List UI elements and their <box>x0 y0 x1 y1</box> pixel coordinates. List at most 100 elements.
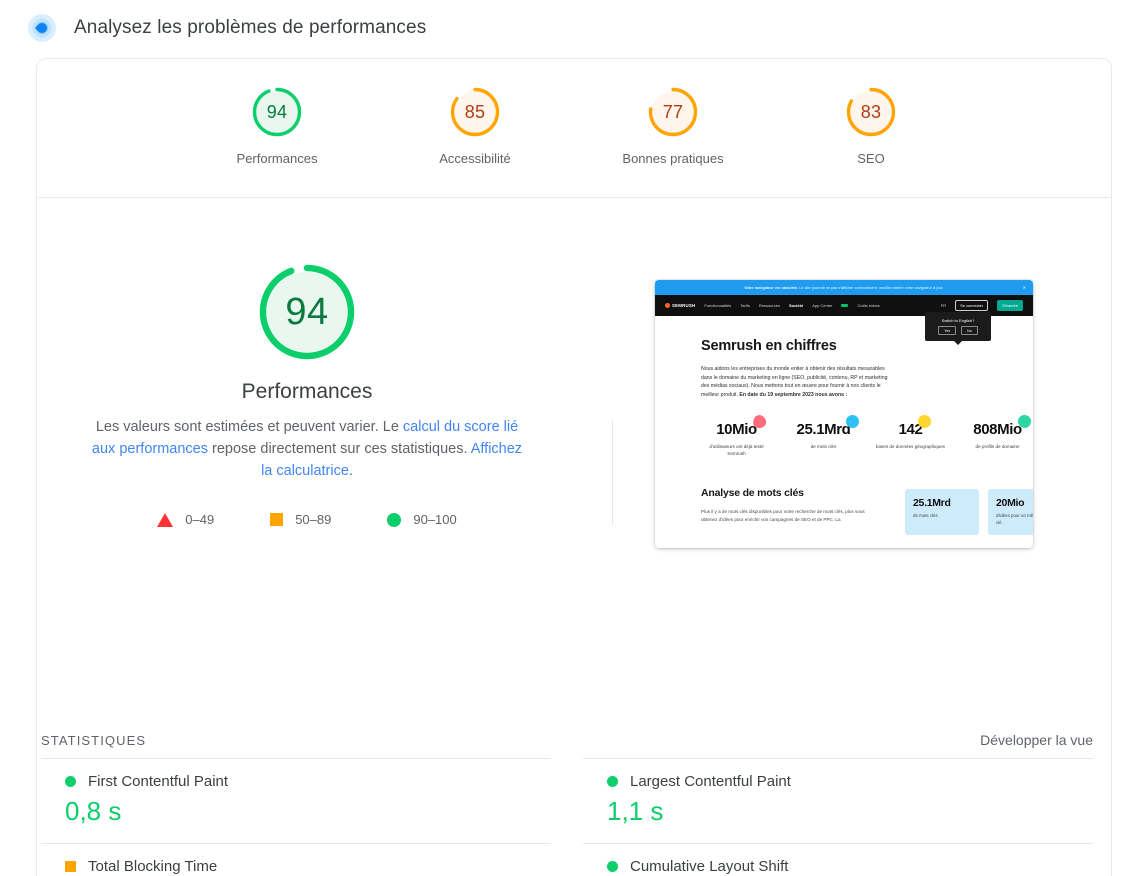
tooltip-question: Switch to English? <box>941 317 975 323</box>
card-number: 20Mio <box>996 497 1025 510</box>
legend-item-fail: 0–49 <box>157 512 214 527</box>
report-card: 94 Performances 85 Accessibilité 77 Bonn… <box>36 58 1112 876</box>
performance-title: Performances <box>241 380 373 403</box>
gauge-bonnes-pratiques: 77 <box>646 85 700 139</box>
square-icon <box>65 861 76 872</box>
lighthouse-icon <box>28 14 56 42</box>
desc-text-1: Les valeurs sont estimées et peuvent var… <box>95 419 403 435</box>
legend-item-pass: 90–100 <box>387 512 457 527</box>
gauge-value: 85 <box>464 101 486 122</box>
metric-largest-contentful-paint[interactable]: Largest Contentful Paint 1,1 s <box>583 758 1093 843</box>
gauge-label: Bonnes pratiques <box>622 151 724 166</box>
gauge-value: 94 <box>266 101 288 122</box>
category-score-seo[interactable]: 83 SEO <box>803 85 939 166</box>
stat-number: 10Mio <box>716 414 767 438</box>
metric-name: Cumulative Layout Shift <box>630 858 789 875</box>
stat-number: 808Mio <box>973 415 1031 438</box>
desc-text-3: . <box>348 463 353 479</box>
screenshot-paragraph: Nous aidons les entreprises du monde ent… <box>701 365 896 399</box>
vertical-divider <box>612 420 613 525</box>
semrush-logo[interactable]: SEMRUSH <box>665 303 695 308</box>
nav-item-extra-tools[interactable]: Outils extras <box>857 303 879 308</box>
stat-caption: de mots clés <box>810 444 837 450</box>
metric-total-blocking-time[interactable]: Total Blocking Time 150 ms <box>41 843 551 876</box>
stat-item: 808Mio de profils de domaine <box>962 415 1033 457</box>
screenshot-body: Semrush en chiffres Nous aidons les entr… <box>655 316 1033 536</box>
circle-icon <box>607 776 618 787</box>
circle-blob-icon <box>918 415 932 429</box>
screenshot-paragraph-bold: En date du 19 septembre 2023 nous avons … <box>739 391 848 398</box>
performance-summary: 94 Performances Les valeurs sont estimée… <box>37 198 577 548</box>
heart-blob-icon <box>751 414 767 430</box>
category-score-accessibilite[interactable]: 85 Accessibilité <box>407 85 543 166</box>
nav-item-company[interactable]: Société <box>789 303 803 308</box>
statistics-header: STATISTIQUES Développer la vue <box>37 732 1111 748</box>
statistics-title: STATISTIQUES <box>41 732 147 748</box>
page-header: Analysez les problèmes de performances <box>28 14 426 42</box>
performance-description: Les valeurs sont estimées et peuvent var… <box>87 416 527 482</box>
screenshot-stats: 10Mio d'utilisateurs ont déjà testé Semr… <box>701 414 1033 457</box>
browser-notice-bar: Votre navigateur est obsolète. Le site p… <box>655 280 1033 295</box>
card-caption: de mots clés <box>913 513 938 519</box>
circle-icon <box>65 776 76 787</box>
nav-item-resources[interactable]: Ressources <box>759 303 780 308</box>
statistics-grid: First Contentful Paint 0,8 s Largest Con… <box>37 758 1111 876</box>
performance-gauge-value: 94 <box>285 290 329 333</box>
legend-item-average: 50–89 <box>270 512 331 527</box>
gauge-label: SEO <box>857 151 885 166</box>
card-number: 25.1Mrd <box>913 497 951 510</box>
nav-item-language[interactable]: FR <box>941 303 946 308</box>
metric-cumulative-layout-shift[interactable]: Cumulative Layout Shift 0.001 <box>583 843 1093 876</box>
expand-view-toggle[interactable]: Développer la vue <box>980 732 1093 748</box>
screenshot-section: Analyse de mots clés Plus il y a de mots… <box>701 487 1033 536</box>
browser-notice-text: Votre navigateur est obsolète. Le site p… <box>744 286 944 290</box>
gauge-accessibilite: 85 <box>448 85 502 139</box>
page-screenshot-thumbnail[interactable]: Votre navigateur est obsolète. Le site p… <box>655 280 1033 548</box>
stat-number: 25.1Mrd <box>797 415 860 438</box>
stat-caption: d'utilisateurs ont déjà testé Semrush <box>709 444 764 457</box>
desc-text-2: repose directement sur ces statistiques. <box>207 441 471 457</box>
logo-text: SEMRUSH <box>672 303 696 308</box>
legend-label: 0–49 <box>185 512 215 527</box>
section-card: 20Mio d'idées pour un même mot clé <box>988 489 1033 536</box>
nav-item-pricing[interactable]: Tarifs <box>740 303 750 308</box>
metric-value: 1,1 s <box>607 796 664 826</box>
tooltip-buttons: Yes No <box>938 325 978 336</box>
category-scores: 94 Performances 85 Accessibilité 77 Bonn… <box>37 59 1111 166</box>
score-legend: 0–49 50–89 90–100 <box>37 512 577 527</box>
stat-number: 142 <box>899 415 932 438</box>
close-icon[interactable]: ✕ <box>1023 285 1026 290</box>
signup-button[interactable]: S'inscrire <box>997 299 1023 312</box>
circle-blob-icon <box>846 415 860 429</box>
stat-item: 25.1Mrd de mots clés <box>788 415 860 457</box>
metric-name: Total Blocking Time <box>88 858 218 875</box>
performance-gauge: 94 <box>255 260 359 364</box>
category-score-bonnes-pratiques[interactable]: 77 Bonnes pratiques <box>605 85 741 166</box>
nav-item-app-center[interactable]: App Center <box>812 303 832 308</box>
circle-icon <box>607 861 618 872</box>
page-title: Analysez les problèmes de performances <box>74 17 427 38</box>
stat-item: 142 bases de données géographiques <box>875 415 946 457</box>
section-cards: 25.1Mrd de mots clés 20Mio d'idées pour … <box>905 489 1033 536</box>
browser-notice-bold: Votre navigateur est obsolète. <box>744 285 799 290</box>
gauge-label: Accessibilité <box>439 151 511 166</box>
triangle-icon <box>157 512 174 527</box>
section-card: 25.1Mrd de mots clés <box>905 489 979 536</box>
new-badge-icon <box>841 303 849 308</box>
login-button[interactable]: Se connecter <box>955 299 989 312</box>
tooltip-no-button[interactable]: No <box>961 325 978 336</box>
category-score-performances[interactable]: 94 Performances <box>209 85 345 166</box>
browser-notice-rest: Le site pourrait ne pas s'afficher corre… <box>798 285 944 290</box>
legend-label: 50–89 <box>295 512 332 527</box>
card-caption: d'idées pour un même mot clé <box>996 513 1033 525</box>
tooltip-yes-button[interactable]: Yes <box>938 325 957 336</box>
gauge-label: Performances <box>236 151 318 166</box>
gauge-seo: 83 <box>844 85 898 139</box>
section-heading: Analyse de mots clés <box>701 487 804 500</box>
metric-first-contentful-paint[interactable]: First Contentful Paint 0,8 s <box>41 758 551 843</box>
performance-overview: 94 Performances Les valeurs sont estimée… <box>37 198 1111 875</box>
nav-item-features[interactable]: Fonctionnalités <box>704 303 731 308</box>
gauge-value: 77 <box>662 101 684 122</box>
language-switch-tooltip: Switch to English? Yes No <box>925 312 991 345</box>
stat-item: 10Mio d'utilisateurs ont déjà testé Semr… <box>701 414 772 457</box>
